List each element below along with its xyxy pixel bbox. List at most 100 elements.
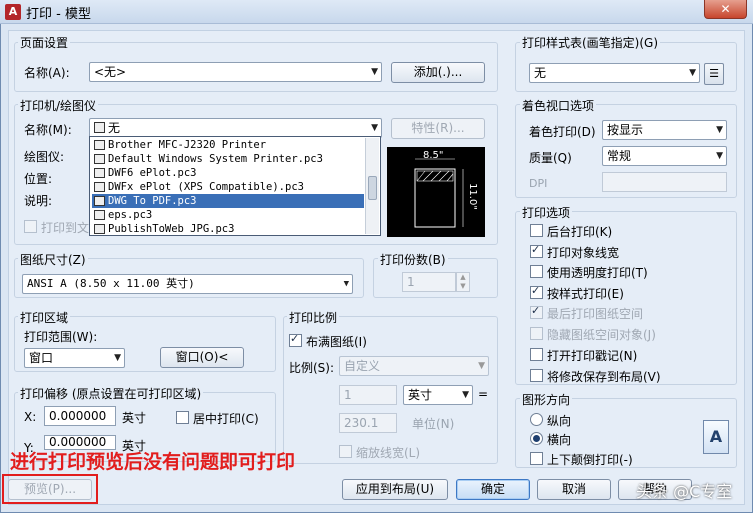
chevron-down-icon: ▼ [371, 123, 378, 133]
close-button[interactable]: ✕ [704, 0, 747, 19]
copies-spinner[interactable]: ▲ ▼ [456, 272, 470, 292]
quality-label: 质量(Q) [529, 151, 572, 165]
window-pick-button[interactable]: 窗口(O)< [160, 347, 244, 368]
fit-to-paper-checkbox[interactable]: 布满图纸(I) [289, 332, 367, 350]
scale-denominator-input[interactable]: 230.1 [339, 413, 397, 433]
printer-name-value: 无 [108, 121, 121, 135]
shade-plot-select[interactable]: 按显示 ▼ [602, 120, 727, 140]
printer-dropdown-list: Brother MFC-J2320 Printer Default Window… [89, 136, 381, 236]
plot-transparency-checkbox[interactable]: 使用透明度打印(T) [530, 264, 648, 281]
title-bar [0, 0, 753, 24]
printer-icon [94, 140, 105, 150]
location-label: 位置: [24, 172, 53, 186]
plotter-icon [94, 196, 105, 206]
style-table-title: 打印样式表(画笔指定)(G) [520, 34, 661, 51]
page-setup-name-select[interactable]: <无> ▼ [89, 62, 382, 82]
plot-area-title: 打印区域 [18, 309, 71, 326]
plot-with-styles-checkbox[interactable]: 按样式打印(E) [530, 284, 624, 302]
printer-option[interactable]: DWFx ePlot (XPS Compatible).pc3 [92, 180, 364, 194]
description-label: 说明: [24, 194, 53, 208]
scale-label: 比例(S): [289, 361, 335, 375]
plot-stamp-checkbox[interactable]: 打开打印戳记(N) [530, 347, 637, 364]
portrait-radio[interactable]: 纵向 [530, 412, 571, 429]
printer-group-title: 打印机/绘图仪 [18, 97, 99, 114]
upside-down-checkbox[interactable]: 上下颠倒打印(-) [530, 451, 633, 468]
plot-range-select[interactable]: 窗口 ▼ [24, 348, 125, 368]
plot-range-label: 打印范围(W): [24, 330, 98, 344]
center-plot-checkbox[interactable]: 居中打印(C) [176, 410, 259, 427]
plot-offset-title: 打印偏移 (原点设置在可打印区域) [18, 385, 204, 402]
hide-paperspace-objects-checkbox[interactable]: 隐藏图纸空间对象(J) [530, 326, 656, 343]
plotter-label: 绘图仪: [24, 150, 65, 164]
window-title: 打印 - 模型 [26, 7, 91, 22]
chevron-down-icon: ▼ [716, 151, 723, 161]
copies-title: 打印份数(B) [378, 251, 448, 268]
apply-to-layout-button[interactable]: 应用到布局(U) [342, 479, 448, 500]
paper-size-select[interactable]: ANSI A (8.50 x 11.00 英寸) ▼ [22, 274, 353, 294]
printer-option[interactable]: Default Windows System Printer.pc3 [92, 152, 364, 166]
cancel-button[interactable]: 取消 [537, 479, 611, 500]
offset-x-unit: 英寸 [122, 411, 147, 425]
plotter-icon [94, 168, 105, 178]
orientation-title: 图形方向 [520, 391, 573, 408]
paper-size-title: 图纸尺寸(Z) [18, 251, 88, 268]
scale-numerator-input[interactable]: 1 [339, 385, 397, 405]
plot-options-title: 打印选项 [520, 204, 573, 221]
printer-option[interactable]: DWF6 ePlot.pc3 [92, 166, 364, 180]
plotter-icon [94, 224, 105, 234]
style-table-select[interactable]: 无 ▼ [529, 63, 700, 83]
scrollbar-thumb[interactable] [368, 176, 377, 200]
scale-denominator-unit: 单位(N) [412, 417, 455, 431]
ok-button[interactable]: 确定 [456, 479, 530, 500]
shaded-viewport-title: 着色视口选项 [520, 97, 597, 114]
chevron-down-icon: ▼ [371, 67, 378, 77]
offset-x-label: X: [24, 410, 37, 424]
plot-scale-title: 打印比例 [287, 309, 340, 326]
printer-name-select[interactable]: 无 ▼ [89, 118, 382, 138]
page-setup-title: 页面设置 [18, 34, 71, 51]
shade-plot-value: 按显示 [607, 123, 644, 137]
printer-name-label: 名称(M): [24, 123, 72, 137]
scale-unit-value: 英寸 [408, 388, 433, 402]
background-plot-checkbox[interactable]: 后台打印(K) [530, 223, 612, 240]
watermark: 头条 @C专室 [636, 482, 733, 501]
annotation-highlight-box [2, 474, 98, 504]
preview-width-label: 8.5" [423, 150, 444, 161]
chevron-down-icon: ▼ [716, 125, 723, 135]
page-setup-name-label: 名称(A): [24, 66, 70, 80]
dpi-input[interactable] [602, 172, 727, 192]
printer-option[interactable]: eps.pc3 [92, 208, 364, 222]
plot-lineweights-checkbox[interactable]: 打印对象线宽 [530, 243, 619, 261]
plotter-icon [94, 182, 105, 192]
chevron-down-icon: ▼ [114, 353, 121, 363]
annotation-text: 进行打印预览后没有问题即可打印 [10, 451, 296, 473]
style-table-value: 无 [534, 66, 547, 80]
paper-size-value: ANSI A (8.50 x 11.00 英寸) [27, 277, 195, 290]
add-page-setup-button[interactable]: 添加(.)... [391, 62, 485, 83]
chevron-down-icon: ▼ [689, 68, 696, 78]
printer-option[interactable]: PublishToWeb JPG.pc3 [92, 222, 364, 235]
printer-properties-button[interactable]: 特性(R)... [391, 118, 485, 139]
scale-unit-select[interactable]: 英寸 ▼ [403, 385, 473, 405]
dropdown-scrollbar[interactable] [365, 138, 379, 234]
dpi-label: DPI [529, 177, 548, 190]
quality-value: 常规 [607, 149, 632, 163]
landscape-radio[interactable]: 横向 [530, 431, 571, 448]
scale-select[interactable]: 自定义 ▼ [339, 356, 489, 376]
scale-lineweights-checkbox[interactable]: 缩放线宽(L) [339, 444, 420, 461]
print-to-file-checkbox[interactable]: 打印到文 [24, 219, 89, 236]
printer-option[interactable]: Brother MFC-J2320 Printer [92, 138, 364, 152]
offset-x-input[interactable]: 0.000000 [44, 406, 116, 426]
printer-option-selected[interactable]: DWG To PDF.pc3 [91, 193, 365, 209]
plotter-icon [94, 210, 105, 220]
plot-paperspace-last-checkbox[interactable]: 最后打印图纸空间 [530, 304, 643, 322]
equals-sign: = [478, 387, 489, 401]
chevron-down-icon: ▼ [478, 361, 485, 371]
quality-select[interactable]: 常规 ▼ [602, 146, 727, 166]
chevron-down-icon: ▼ [462, 390, 469, 400]
plot-range-value: 窗口 [29, 351, 54, 365]
chevron-down-icon: ▼ [343, 279, 349, 289]
copies-input[interactable]: 1 [402, 272, 456, 292]
edit-style-table-icon[interactable]: ☰ [704, 63, 724, 85]
save-changes-to-layout-checkbox[interactable]: 将修改保存到布局(V) [530, 368, 661, 385]
